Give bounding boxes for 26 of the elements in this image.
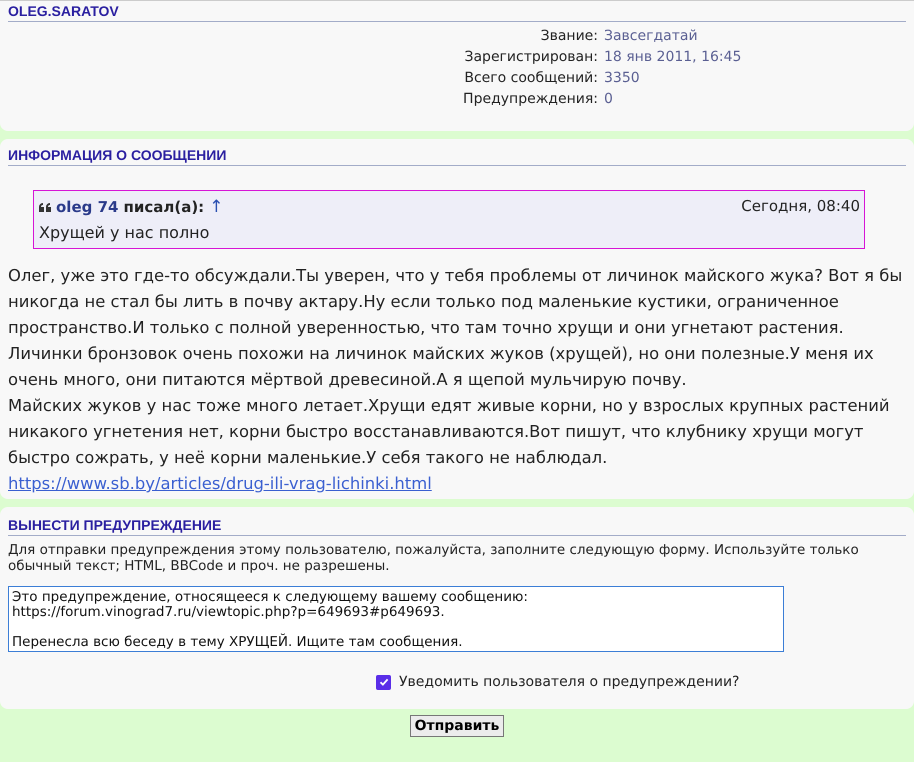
- field-label: Зарегистрирован:: [464, 49, 598, 66]
- quote-date: Сегодня, 08:40: [741, 197, 860, 217]
- instructions-text: Для отправки предупреждения этому пользователю, пожалуйста, заполните следующую форму. Используйте только обычный текст; HTML, BBCode и проч. не разрешены.: [8, 542, 860, 574]
- field-value: 3350: [604, 70, 641, 87]
- field-value: 0: [604, 91, 614, 108]
- checkbox-label: Уведомить пользователя о предупреждении?: [399, 674, 740, 690]
- section-heading: ВЫНЕСТИ ПРЕДУПРЕЖДЕНИЕ: [8, 515, 906, 536]
- notify-checkbox[interactable]: [376, 674, 391, 690]
- check-icon: [378, 677, 388, 687]
- post-text: Олег, уже это где-то обсуждали.Ты уверен, что у тебя проблемы от личинок майского жука? Вот я бы никогда не стал бы лить в почву актару.Ну если только под маленькие кустики, ограниченное пространство.И только с полной уверенностью, что там точно хрущи и они угнетают растения. Личинки бронзовок очень похожи на личинок майских жуков (хрущей), но они полезные.У меня их очень много, они питаются мёртвой древесиной.А я щепой мульчирую почву.: [8, 265, 904, 391]
- post-text: Майских жуков у нас тоже много летает.Хрущи едят живые корни, но у взрослых крупных растений никакого угнетения нет, корни быстро восстанавливаются.Вот пишут, что клубнику хрущи могут быстро сожрать, у неё корни маленькие.У себя такого не наблюдал.: [8, 395, 891, 469]
- field-value: Завсегдатай: [604, 28, 699, 45]
- quote-icon: [39, 202, 51, 212]
- username-heading: OLEG.SARATOV: [8, 1, 906, 22]
- field-value: 18 янв 2011, 16:45: [604, 49, 742, 66]
- article-link[interactable]: https://www.sb.by/articles/drug-ili-vrag-lichinki.html: [8, 474, 432, 493]
- submit-button[interactable]: Отправить: [410, 715, 504, 737]
- field-label: Всего сообщений:: [463, 70, 598, 87]
- field-label: Звание:: [540, 28, 598, 45]
- section-heading: ИНФОРМАЦИЯ О СООБЩЕНИИ: [8, 145, 906, 166]
- quote-text: Хрущей у нас полно: [39, 223, 210, 242]
- jump-link[interactable]: ↑: [209, 197, 224, 217]
- message-field[interactable]: Это предупреждение, относящееся к следующему вашему сообщению: https://forum.vinograd7.ru/viewtopic.php?p=649693#p649693. Перенесла всю беседу в тему ХРУЩЕЙ. Ищите там сообщения.: [8, 586, 784, 652]
- wrote-label: писал(а):: [123, 198, 204, 216]
- field-label: Предупреждения:: [462, 91, 598, 108]
- author-link[interactable]: oleg 74: [56, 198, 118, 216]
